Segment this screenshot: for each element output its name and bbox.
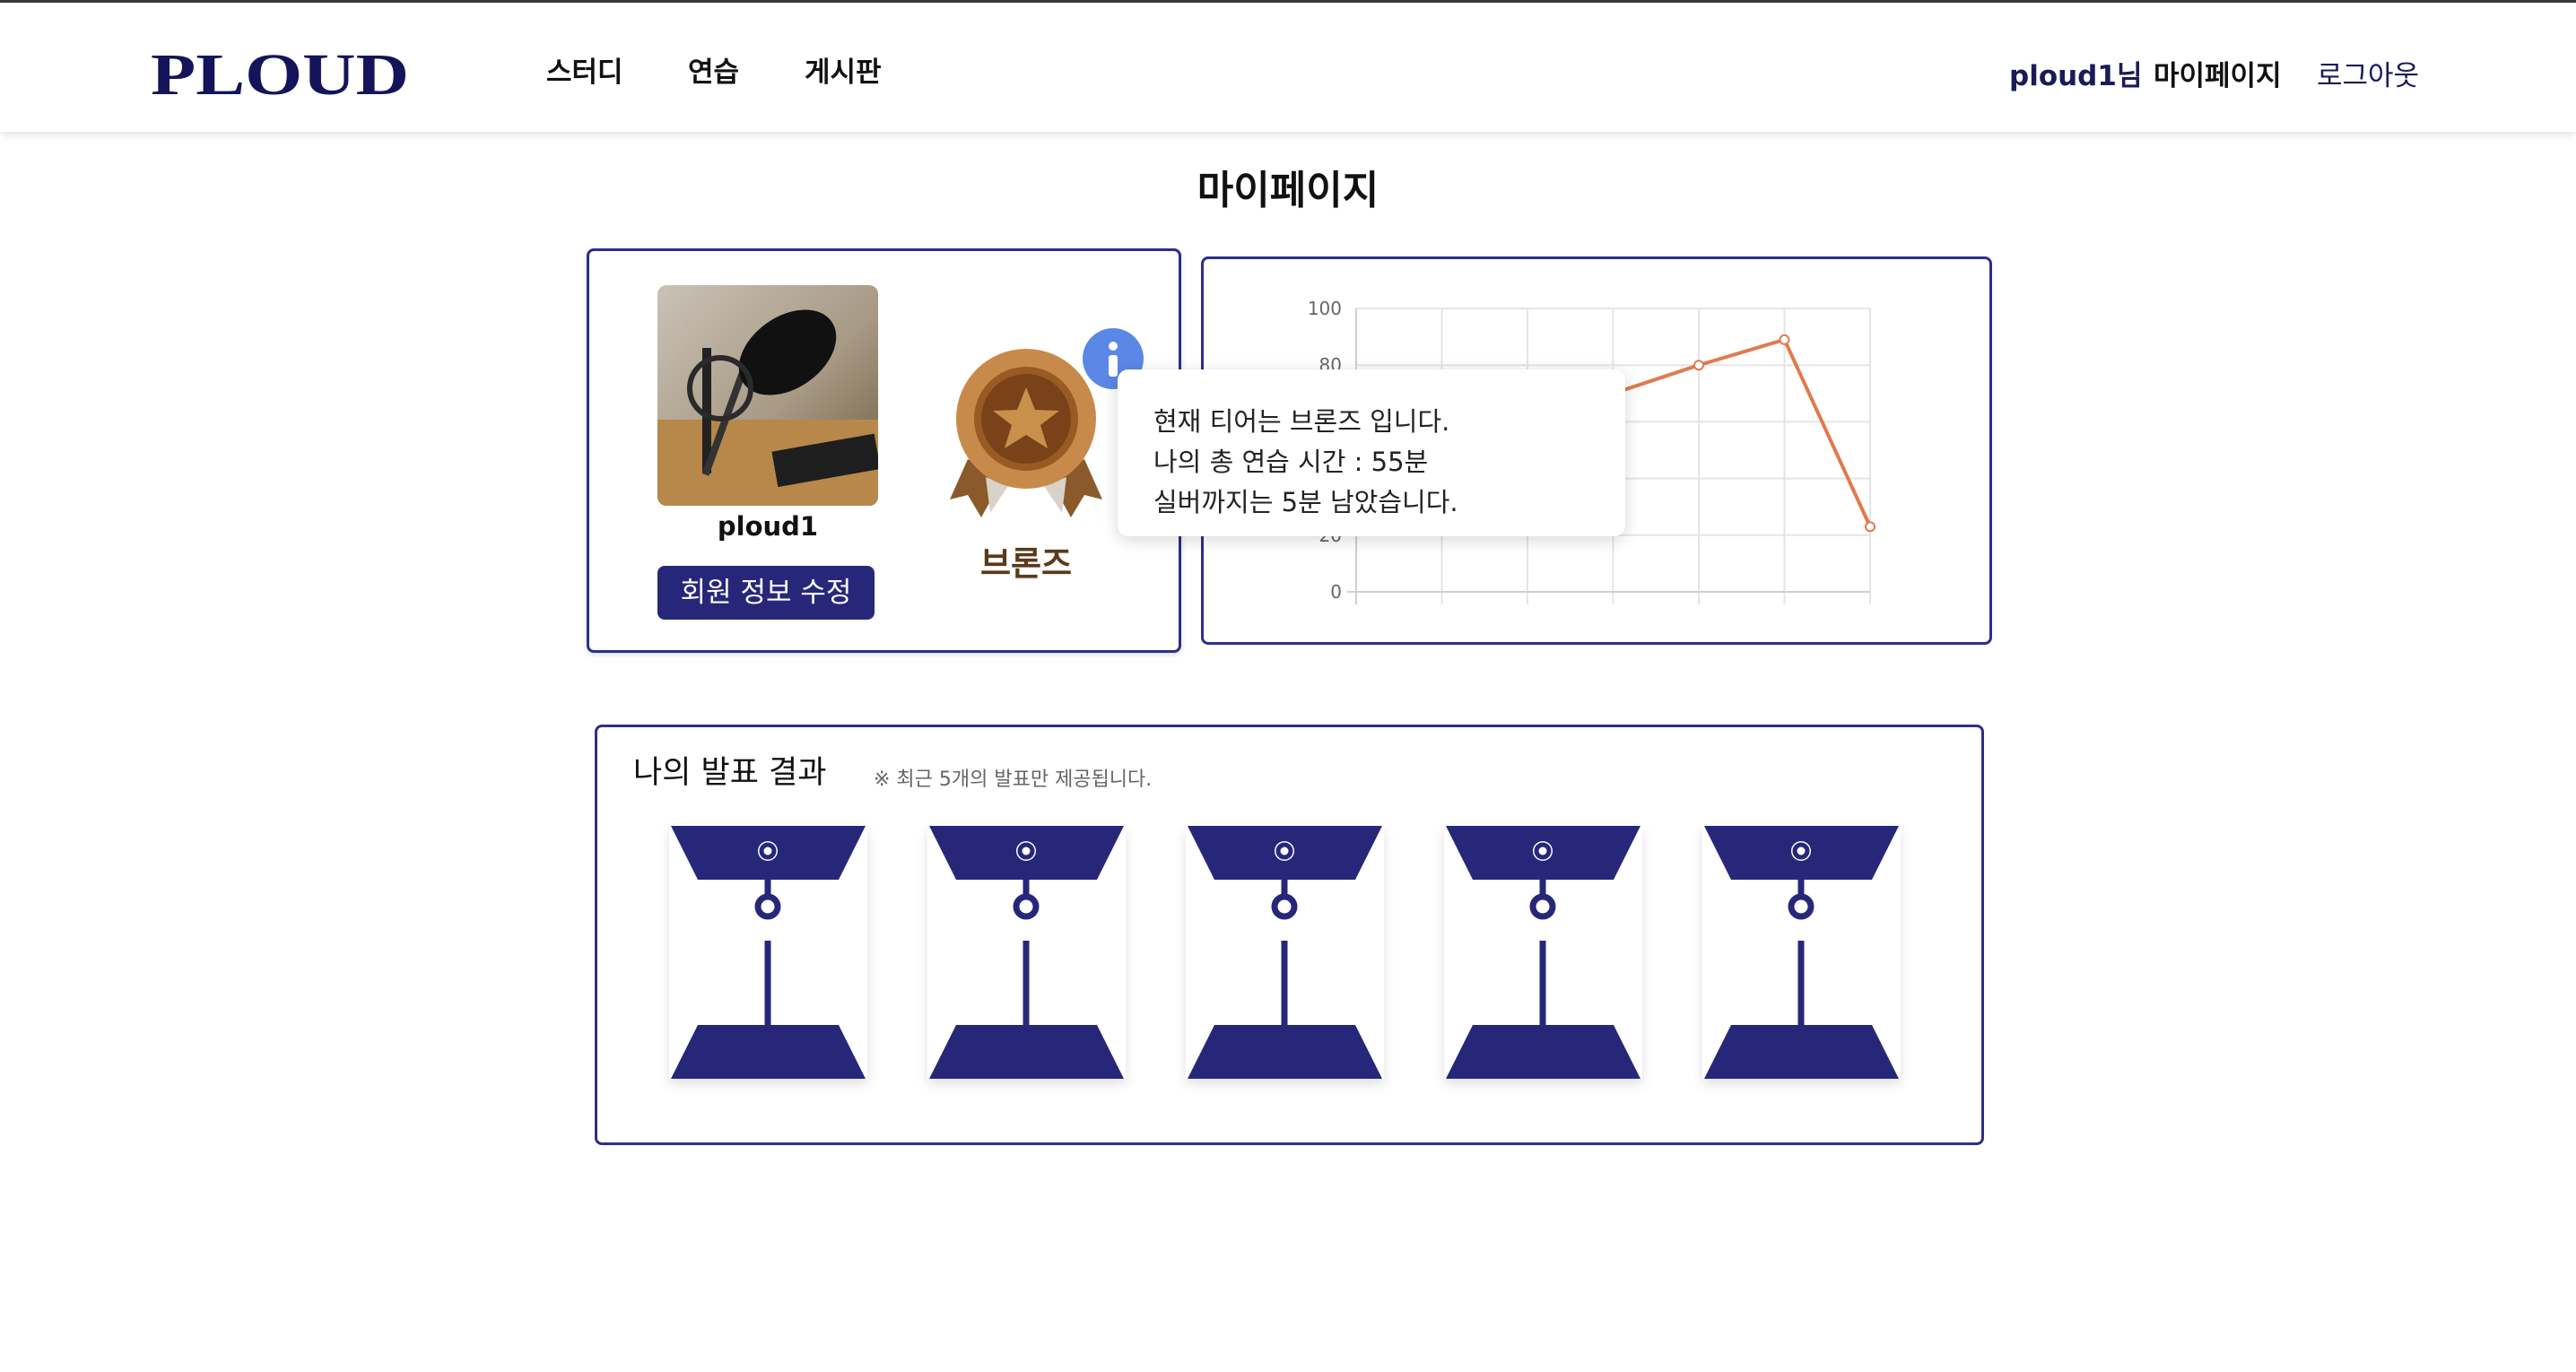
result-placeholder-icon [1446,826,1640,1079]
result-tile[interactable] [1444,826,1642,1079]
nav-board[interactable]: 게시판 [805,49,882,90]
microphone-image [657,285,878,506]
user-greeting: ploud1님 [2009,60,2143,92]
data-point [1693,360,1704,371]
tooltip-line-remaining: 실버까지는 5분 남았습니다. [1153,487,1458,517]
result-placeholder-icon [929,826,1124,1079]
result-tile[interactable] [669,826,867,1079]
tooltip-line-tier: 현재 티어는 브론즈 입니다. [1153,406,1450,437]
tier-label: 브론즈 [979,544,1073,583]
results-note: ※ 최근 5개의 발표만 제공됩니다. [874,768,1153,791]
presentation-results-card: 나의 발표 결과 ※ 최근 5개의 발표만 제공됩니다. [595,725,1984,1145]
y-tick-label: 100 [1308,298,1342,319]
logout-link[interactable]: 로그아웃 [2317,53,2419,93]
data-point [1779,334,1790,345]
ploud-logo[interactable]: PLOUD [151,44,411,101]
nav-practice[interactable]: 연습 [688,49,739,90]
profile-card: ploud1 회원 정보 수정 브론즈 [587,248,1181,653]
page-title: 마이페이지 [1197,168,1379,213]
username: ploud1 [717,511,819,542]
logo-text: PLOUD [151,44,409,101]
result-placeholder-icon [671,826,866,1079]
header: PLOUD 스터디 연습 게시판 ploud1님 마이페이지 로그아웃 [0,3,2576,132]
data-point [1865,521,1875,533]
results-title: 나의 발표 결과 [633,755,827,791]
mypage-link[interactable]: 마이페이지 [2154,53,2282,93]
result-placeholder-icon [1704,826,1899,1079]
series-line [1612,337,1872,528]
result-tile[interactable] [1702,826,1901,1079]
y-tick-label: 0 [1330,581,1342,603]
result-tile[interactable] [927,826,1126,1079]
result-tile[interactable] [1186,826,1384,1079]
nav-study[interactable]: 스터디 [546,49,623,90]
edit-profile-button[interactable]: 회원 정보 수정 [657,566,875,620]
tier-tooltip: 현재 티어는 브론즈 입니다. 나의 총 연습 시간 : 55분 실버까지는 5… [1118,369,1625,536]
tooltip-line-time: 나의 총 연습 시간 : 55분 [1153,447,1429,477]
avatar [657,285,878,506]
result-placeholder-icon [1188,826,1382,1079]
